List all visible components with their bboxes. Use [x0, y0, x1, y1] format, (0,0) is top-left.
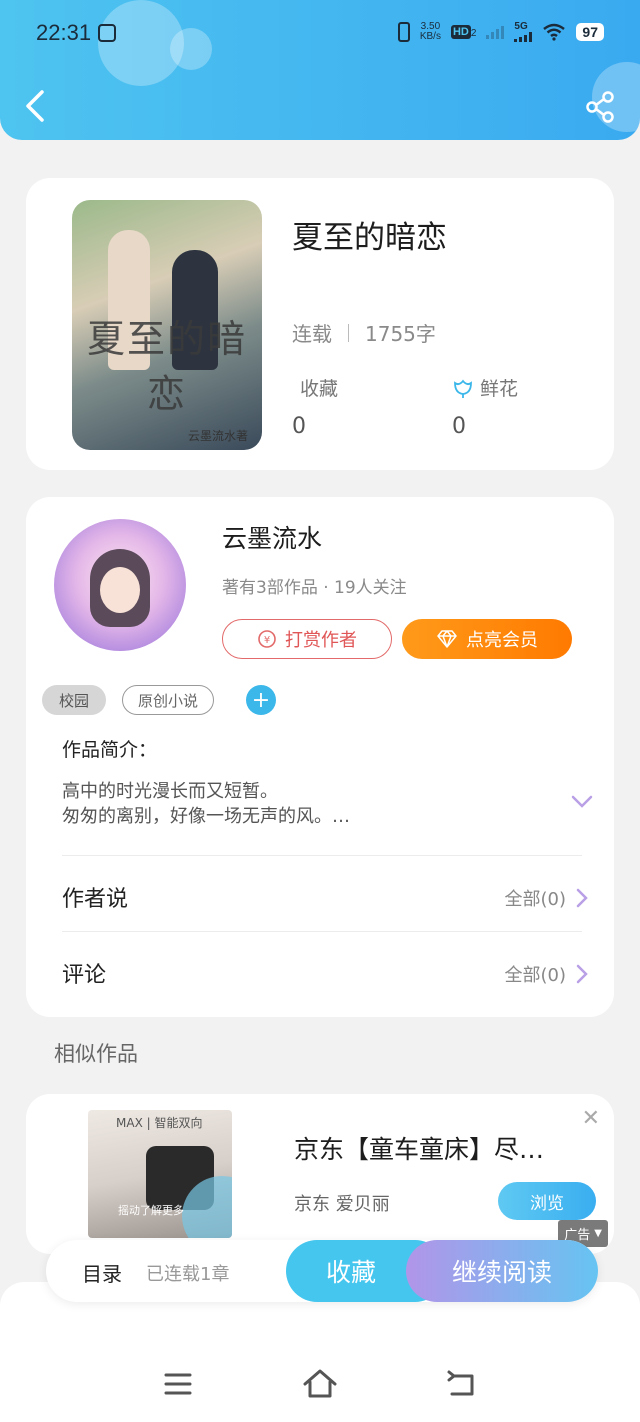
close-icon[interactable]: ✕: [582, 1106, 600, 1131]
signal-5g-icon: 5G: [514, 21, 533, 42]
divider: [62, 855, 582, 856]
collect-label: 收藏: [300, 378, 339, 400]
intro-line-1: 高中的时光漫长而又短暂。: [62, 781, 278, 802]
book-info-card: 夏至的暗恋 云墨流水著 夏至的暗恋 连载 1755字 收藏 0 鲜花 0: [26, 178, 614, 470]
bottom-action-bar: 目录 已连载1章 收藏 继续阅读: [46, 1240, 598, 1302]
comments-row[interactable]: 评论 全部(0): [26, 935, 614, 1011]
toc-button[interactable]: 目录: [82, 1258, 122, 1287]
back-button[interactable]: [20, 88, 50, 124]
author-name[interactable]: 云墨流水: [222, 519, 322, 555]
expand-chevron-icon[interactable]: [570, 793, 594, 811]
flower-count: 0: [452, 414, 466, 439]
author-says-row[interactable]: 作者说 全部(0): [26, 859, 614, 935]
signal-5g-label: 5G: [514, 21, 528, 32]
vip-label: 点亮会员: [466, 630, 538, 651]
wifi-icon: [543, 23, 566, 41]
ad-title[interactable]: 京东【童车童床】尽…: [294, 1130, 574, 1166]
net-speed: 3.50 KB/s: [420, 22, 441, 42]
signal-weak-icon: [486, 25, 505, 39]
ad-brand: 京东 爱贝丽: [294, 1194, 390, 1215]
chevron-right-icon: [576, 964, 588, 984]
word-count: 1755字: [365, 322, 436, 346]
flower-label: 鲜花: [480, 378, 519, 400]
screen-cast-icon: [98, 24, 116, 42]
ad-image-caption: 摇动了解更多: [118, 1204, 184, 1217]
net-speed-unit: KB/s: [419, 31, 441, 42]
back-nav-icon[interactable]: [442, 1364, 482, 1404]
author-says-value: 全部(0): [504, 889, 567, 910]
intro-text[interactable]: 高中的时光漫长而又短暂。 匆匆的离别，好像一场无声的风。…: [62, 779, 542, 829]
intro-line-2: 匆匆的离别，好像一场无声的风。…: [62, 806, 350, 827]
meta-divider: [348, 323, 349, 342]
chevron-right-icon: [576, 888, 588, 908]
collect-stat-label: 收藏: [300, 374, 338, 401]
flower-stat-label[interactable]: 鲜花: [452, 374, 518, 401]
tag-campus[interactable]: 校园: [42, 685, 106, 715]
battery-level: 97: [576, 23, 604, 41]
status-bar: 22:31 3.50 KB/s HD 2 5G 97: [0, 18, 640, 52]
book-cover[interactable]: 夏至的暗恋 云墨流水著: [72, 200, 262, 450]
author-avatar[interactable]: [54, 519, 186, 651]
divider: [62, 931, 582, 932]
tip-author-label: 打赏作者: [285, 630, 357, 651]
coin-icon: ¥: [258, 630, 276, 648]
menu-icon[interactable]: [158, 1364, 198, 1404]
hd-label: HD: [450, 25, 471, 39]
intro-label: 作品简介：: [62, 739, 158, 761]
book-meta: 连载 1755字: [292, 318, 436, 347]
continue-reading-button[interactable]: 继续阅读: [406, 1240, 598, 1302]
hd-badge: HD 2: [450, 25, 477, 39]
tip-author-button[interactable]: ¥ 打赏作者: [222, 619, 392, 659]
author-says-link: 全部(0): [505, 885, 589, 911]
svg-text:¥: ¥: [264, 635, 270, 646]
book-status: 连载: [292, 322, 332, 346]
status-time: 22:31: [36, 20, 92, 45]
top-header: 22:31 3.50 KB/s HD 2 5G 97: [0, 0, 640, 140]
comments-value: 全部(0): [504, 965, 567, 986]
status-icons: 3.50 KB/s HD 2 5G 97: [397, 21, 604, 42]
author-meta: 著有3部作品 · 19人关注: [222, 578, 407, 598]
ad-image[interactable]: MAX | 智能双向 摇动了解更多: [88, 1110, 232, 1238]
cover-title: 夏至的暗恋: [86, 317, 247, 416]
ad-card[interactable]: MAX | 智能双向 摇动了解更多 京东【童车童床】尽… 京东 爱贝丽 浏览 ✕…: [26, 1094, 614, 1254]
vibrate-icon: [397, 22, 410, 42]
chevron-down-icon: ▼: [594, 1228, 602, 1239]
comments-label: 评论: [62, 963, 107, 988]
chapter-status: 已连载1章: [146, 1264, 230, 1285]
avatar-face: [100, 567, 140, 613]
ad-image-headline: MAX | 智能双向: [116, 1116, 203, 1130]
author-says-label: 作者说: [62, 887, 129, 912]
add-tag-button[interactable]: +: [246, 685, 276, 715]
diamond-icon: [437, 630, 457, 648]
home-icon[interactable]: [300, 1364, 340, 1404]
system-nav-area: [0, 1282, 640, 1422]
ad-browse-button[interactable]: 浏览: [498, 1182, 596, 1220]
cover-author: 云墨流水著: [187, 429, 248, 443]
comments-link: 全部(0): [505, 961, 589, 987]
similar-works-title: 相似作品: [54, 1042, 138, 1066]
book-title: 夏至的暗恋: [292, 220, 447, 256]
share-button[interactable]: [584, 90, 618, 124]
flower-icon: [454, 379, 472, 398]
vip-button[interactable]: 点亮会员: [402, 619, 572, 659]
collect-count: 0: [292, 414, 306, 439]
tag-original[interactable]: 原创小说: [122, 685, 214, 715]
author-card: 云墨流水 著有3部作品 · 19人关注 ¥ 打赏作者 点亮会员 校园 原创小说 …: [26, 497, 614, 1017]
hd-sub: 2: [470, 28, 477, 39]
